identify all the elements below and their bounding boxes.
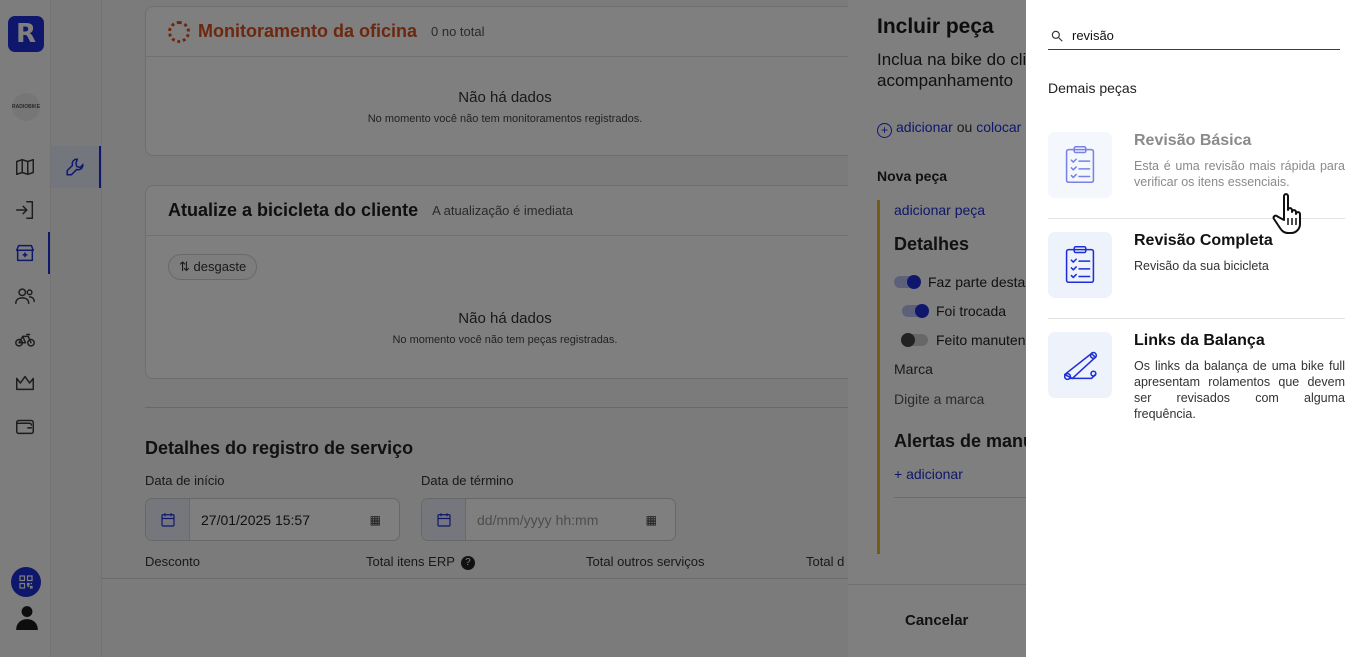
result-description: Revisão da sua bicicleta — [1134, 259, 1269, 273]
clipboard-icon — [1048, 232, 1112, 298]
result-name: Revisão Básica — [1134, 132, 1252, 149]
search-input[interactable] — [1072, 28, 1322, 43]
group-title: Demais peças — [1048, 80, 1137, 96]
link-arm-icon — [1048, 332, 1112, 398]
clipboard-icon — [1048, 132, 1112, 198]
part-search-panel: Demais peças Revisão Básica Esta é uma r… — [1026, 0, 1364, 657]
modal-backdrop[interactable] — [0, 0, 1026, 657]
result-description: Esta é uma revisão mais rápida para veri… — [1134, 159, 1345, 189]
result-separator — [1048, 318, 1345, 319]
hand-pointer-cursor-icon — [1270, 188, 1320, 238]
result-name: Revisão Completa — [1134, 232, 1273, 249]
search-icon — [1051, 30, 1063, 42]
result-description: Os links da balança de uma bike full apr… — [1134, 359, 1345, 421]
search-box[interactable] — [1048, 22, 1340, 50]
result-name: Links da Balança — [1134, 332, 1265, 349]
